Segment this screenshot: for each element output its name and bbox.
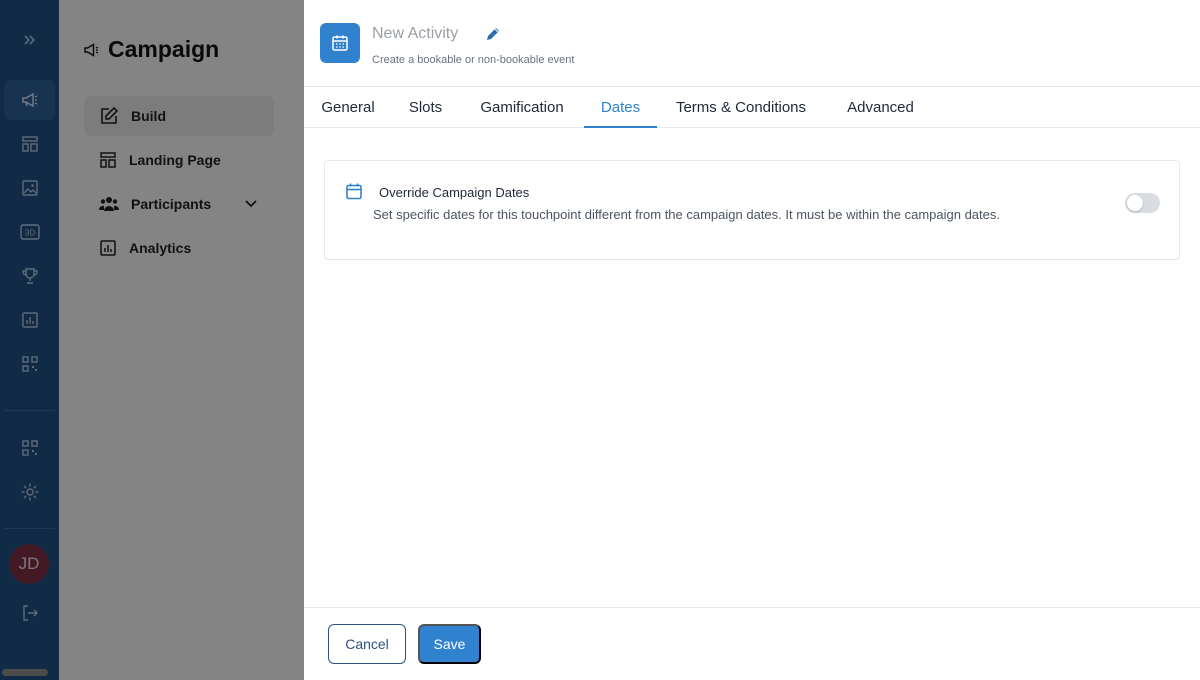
tab-bar: General Slots Gamification Dates Terms &… bbox=[304, 87, 1200, 128]
footer-divider bbox=[304, 607, 1200, 608]
cancel-button[interactable]: Cancel bbox=[328, 624, 406, 664]
override-dates-card: Override Campaign Dates Set specific dat… bbox=[324, 160, 1180, 260]
tab-advanced[interactable]: Advanced bbox=[840, 87, 921, 128]
tab-general[interactable]: General bbox=[320, 87, 376, 128]
tab-gamification[interactable]: Gamification bbox=[468, 87, 576, 128]
override-dates-toggle[interactable] bbox=[1125, 193, 1160, 213]
tab-dates[interactable]: Dates bbox=[584, 87, 657, 128]
activity-drawer: New Activity Create a bookable or non-bo… bbox=[304, 0, 1200, 680]
tab-terms-conditions[interactable]: Terms & Conditions bbox=[669, 87, 813, 128]
save-button[interactable]: Save bbox=[418, 624, 481, 664]
activity-title-input[interactable]: New Activity bbox=[372, 25, 458, 43]
calendar-icon bbox=[346, 183, 362, 205]
calendar-icon bbox=[320, 23, 360, 63]
activity-subtitle: Create a bookable or non-bookable event bbox=[372, 54, 575, 66]
pencil-icon[interactable] bbox=[484, 25, 502, 48]
modal-backdrop[interactable] bbox=[0, 0, 304, 680]
toggle-knob bbox=[1127, 195, 1143, 211]
override-dates-description: Set specific dates for this touchpoint d… bbox=[373, 207, 1000, 222]
override-dates-title: Override Campaign Dates bbox=[379, 185, 530, 200]
tab-slots[interactable]: Slots bbox=[392, 87, 459, 128]
